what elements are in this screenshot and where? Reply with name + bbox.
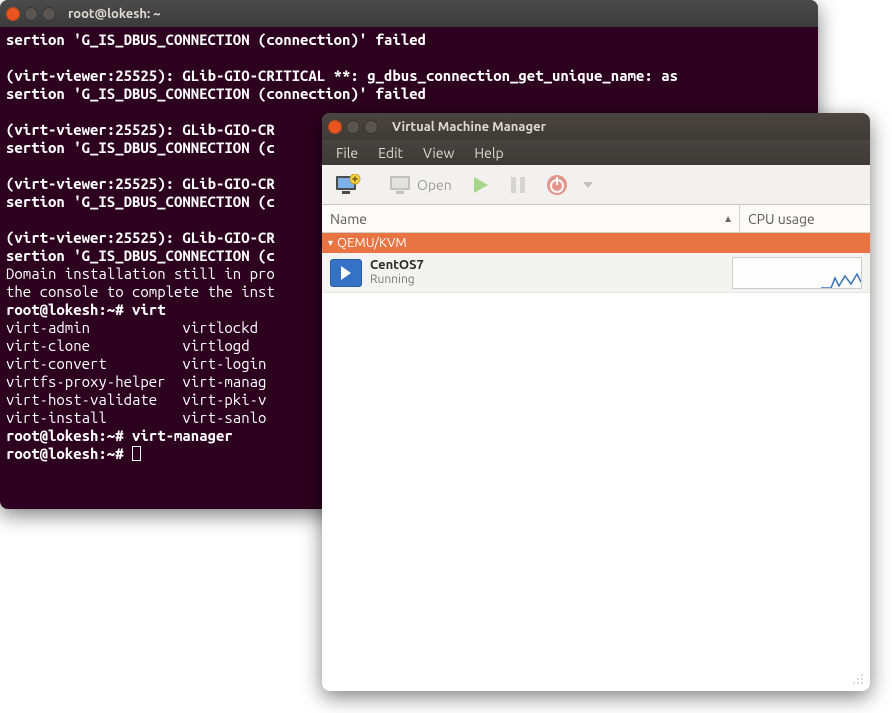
- terminal-line: Domain installation still in pro: [6, 265, 275, 282]
- monitor-icon: [389, 175, 413, 195]
- terminal-title: root@lokesh: ~: [68, 7, 161, 21]
- vm-state: Running: [370, 273, 424, 287]
- vmm-toolbar: Open: [322, 165, 870, 205]
- terminal-line: sertion 'G_IS_DBUS_CONNECTION (c: [6, 193, 275, 210]
- open-console-button[interactable]: Open: [382, 170, 459, 200]
- terminal-line: root@lokesh:~# virt-manager: [6, 427, 233, 444]
- chevron-down-icon: ▾: [328, 237, 333, 249]
- vmm-list[interactable]: ▾ QEMU/KVM CentOS7 Running: [322, 233, 870, 691]
- menu-edit[interactable]: Edit: [370, 143, 411, 163]
- new-vm-button[interactable]: [328, 170, 368, 200]
- terminal-line: (virt-viewer:25525): GLib-GIO-CR: [6, 175, 275, 192]
- menu-file[interactable]: File: [328, 143, 366, 163]
- vm-running-icon: [330, 259, 362, 287]
- vmm-window: Virtual Machine Manager File Edit View H…: [322, 113, 870, 691]
- terminal-line: (virt-viewer:25525): GLib-GIO-CRITICAL *…: [6, 67, 678, 84]
- pause-icon: [508, 175, 528, 195]
- vmm-column-headers: Name ▲ CPU usage: [322, 205, 870, 233]
- run-button[interactable]: [463, 170, 497, 200]
- terminal-line: virt-clone virtlogd: [6, 337, 250, 354]
- vm-row[interactable]: CentOS7 Running: [322, 253, 870, 293]
- terminal-line: sertion 'G_IS_DBUS_CONNECTION (c: [6, 139, 275, 156]
- column-name[interactable]: Name ▲: [322, 205, 740, 232]
- resize-grip-icon[interactable]: [850, 671, 864, 685]
- terminal-line: sertion 'G_IS_DBUS_CONNECTION (connectio…: [6, 85, 426, 102]
- column-cpu[interactable]: CPU usage: [740, 205, 870, 232]
- connection-label: QEMU/KVM: [337, 236, 407, 250]
- play-icon: [470, 175, 490, 195]
- terminal-titlebar[interactable]: root@lokesh: ~: [0, 0, 818, 27]
- terminal-minimize-button[interactable]: [24, 7, 38, 21]
- vm-name: CentOS7: [370, 258, 424, 273]
- terminal-prompt: root@lokesh:~#: [6, 445, 132, 462]
- terminal-line: virt-admin virtlockd: [6, 319, 258, 336]
- connection-row[interactable]: ▾ QEMU/KVM: [322, 233, 870, 253]
- terminal-cursor: [132, 446, 141, 461]
- terminal-line: the console to complete the inst: [6, 283, 275, 300]
- sort-asc-icon: ▲: [723, 213, 733, 225]
- vmm-minimize-button[interactable]: [346, 120, 360, 134]
- menu-help[interactable]: Help: [466, 143, 511, 163]
- terminal-close-button[interactable]: [6, 7, 20, 21]
- vmm-window-title: Virtual Machine Manager: [392, 120, 546, 134]
- pause-button[interactable]: [501, 170, 535, 200]
- monitor-new-icon: [335, 174, 361, 196]
- terminal-line: (virt-viewer:25525): GLib-GIO-CR: [6, 121, 275, 138]
- sparkline-icon: [821, 272, 861, 288]
- terminal-line: virt-install virt-sanlo: [6, 409, 266, 426]
- play-icon: [341, 266, 351, 280]
- terminal-line: sertion 'G_IS_DBUS_CONNECTION (c: [6, 247, 275, 264]
- terminal-maximize-button[interactable]: [42, 7, 56, 21]
- vmm-maximize-button[interactable]: [364, 120, 378, 134]
- column-name-label: Name: [330, 211, 367, 227]
- cpu-usage-sparkline: [732, 257, 862, 289]
- chevron-down-icon: [582, 179, 594, 191]
- shutdown-menu-button[interactable]: [579, 170, 597, 200]
- terminal-line: virt-convert virt-login: [6, 355, 266, 372]
- power-icon: [546, 174, 568, 196]
- menu-view[interactable]: View: [415, 143, 462, 163]
- vmm-titlebar[interactable]: Virtual Machine Manager: [322, 113, 870, 140]
- vmm-menubar: File Edit View Help: [322, 140, 870, 165]
- terminal-line: sertion 'G_IS_DBUS_CONNECTION (connectio…: [6, 31, 426, 48]
- column-cpu-label: CPU usage: [748, 211, 815, 227]
- terminal-line: virtfs-proxy-helper virt-manag: [6, 373, 266, 390]
- terminal-line: root@lokesh:~# virt: [6, 301, 166, 318]
- terminal-line: virt-host-validate virt-pki-v: [6, 391, 266, 408]
- shutdown-button[interactable]: [539, 170, 575, 200]
- vmm-close-button[interactable]: [328, 120, 342, 134]
- open-label: Open: [417, 177, 452, 193]
- terminal-line: (virt-viewer:25525): GLib-GIO-CR: [6, 229, 275, 246]
